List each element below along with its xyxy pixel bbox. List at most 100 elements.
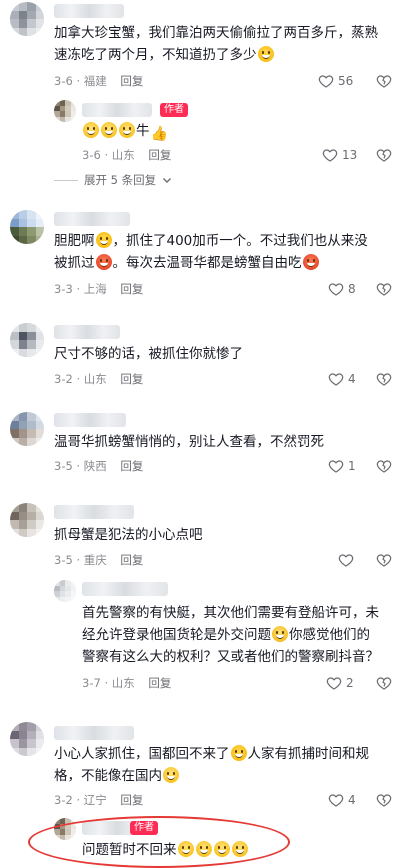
like-button[interactable]: 2 bbox=[326, 675, 354, 691]
heart-outline-icon bbox=[328, 373, 344, 386]
grin-emoji-icon bbox=[213, 841, 230, 857]
heart-outline-icon bbox=[338, 554, 354, 567]
broken-heart-icon[interactable] bbox=[376, 281, 392, 297]
username[interactable] bbox=[82, 582, 168, 596]
comment-date: 3-6 bbox=[54, 74, 73, 88]
like-count: 8 bbox=[348, 282, 356, 296]
comment-location: 重庆 bbox=[83, 553, 107, 567]
comment-meta: 3-5 · 重庆 回复 bbox=[54, 553, 144, 567]
comment-date: 3-3 bbox=[54, 282, 73, 296]
comment-text: 加拿大珍宝蟹，我们靠泊两天偷偷拉了两百多斤，蒸熟 速冻吃了两个月，不知道扔了多少 bbox=[54, 25, 378, 63]
comment-meta: 3-2 · 山东 回复 bbox=[54, 372, 144, 386]
comment-meta: 3-5 · 陕西 回复 bbox=[54, 459, 144, 473]
broken-heart-icon[interactable] bbox=[376, 147, 392, 163]
comment-meta: 3-7 · 山东 回复 bbox=[82, 676, 172, 690]
comment-location: 山东 bbox=[83, 372, 107, 386]
username[interactable] bbox=[54, 726, 134, 740]
broken-heart-icon[interactable] bbox=[376, 552, 392, 568]
comment-meta: 3-6 · 山东 回复 bbox=[82, 148, 172, 162]
rage-emoji-icon bbox=[302, 254, 319, 270]
broken-heart-icon[interactable] bbox=[376, 675, 392, 691]
avatar[interactable] bbox=[54, 100, 76, 122]
avatar[interactable] bbox=[54, 818, 76, 840]
heart-outline-icon bbox=[328, 794, 344, 807]
avatar[interactable] bbox=[10, 323, 44, 357]
like-button[interactable]: 1 bbox=[328, 458, 356, 474]
heart-outline-icon bbox=[318, 75, 334, 88]
like-count: 2 bbox=[346, 676, 354, 690]
like-count: 56 bbox=[338, 74, 354, 88]
comment-meta: 3-3 · 上海 回复 bbox=[54, 282, 144, 296]
comment-date: 3-2 bbox=[54, 372, 73, 386]
expand-replies-button[interactable]: 展开 5 条回复 bbox=[54, 172, 172, 188]
like-count: 4 bbox=[348, 372, 356, 386]
username[interactable] bbox=[54, 413, 126, 427]
broken-heart-icon[interactable] bbox=[376, 458, 392, 474]
like-count: 1 bbox=[348, 459, 356, 473]
comment-meta: 3-2 · 辽宁 回复 bbox=[54, 793, 144, 807]
laugh-cry-emoji-icon bbox=[257, 46, 274, 62]
rage-emoji-icon bbox=[95, 254, 112, 270]
username[interactable] bbox=[54, 4, 124, 18]
username[interactable] bbox=[54, 505, 134, 519]
comment-date: 3-5 bbox=[54, 553, 73, 567]
comment-date: 3-5 bbox=[54, 459, 73, 473]
comment-text: 问题暂时不回来 bbox=[82, 839, 382, 861]
broken-heart-icon[interactable] bbox=[376, 792, 392, 808]
comment-location: 上海 bbox=[83, 282, 107, 296]
laugh-cry-emoji-icon bbox=[230, 745, 247, 761]
comment-date: 3-2 bbox=[54, 793, 73, 807]
like-button[interactable] bbox=[338, 552, 354, 568]
like-count: 4 bbox=[348, 793, 356, 807]
like-button[interactable]: 56 bbox=[318, 73, 353, 89]
reply-button[interactable]: 回复 bbox=[120, 74, 143, 88]
grin-emoji-icon bbox=[83, 122, 99, 138]
avatar[interactable] bbox=[10, 210, 44, 244]
comment-text: 温哥华抓螃蟹悄悄的，别让人查看，不然罚死 bbox=[54, 434, 324, 450]
reply-button[interactable]: 回复 bbox=[148, 676, 171, 690]
grin-emoji-icon bbox=[101, 122, 117, 138]
comment-text: 小心人家抓住，国都回不来了 人家有抓捕时间和规 格，不能像在国内 bbox=[54, 745, 369, 784]
author-tag: 作者 bbox=[130, 821, 158, 835]
broken-heart-icon[interactable] bbox=[376, 73, 392, 89]
comment-date: 3-6 bbox=[82, 148, 101, 162]
comment-location: 山东 bbox=[111, 148, 135, 162]
like-button[interactable]: 4 bbox=[328, 371, 356, 387]
like-button[interactable]: 13 bbox=[322, 147, 357, 163]
username[interactable] bbox=[82, 103, 152, 117]
avatar[interactable] bbox=[10, 412, 44, 446]
heart-outline-icon bbox=[328, 283, 344, 296]
thumbs-up-icon: 👍 bbox=[150, 126, 168, 142]
like-button[interactable]: 8 bbox=[328, 281, 356, 297]
avatar[interactable] bbox=[54, 580, 76, 602]
chevron-down-icon bbox=[163, 178, 172, 183]
comment-text: 牛👍 bbox=[82, 120, 168, 142]
avatar[interactable] bbox=[10, 722, 44, 756]
comment-meta: 3-6 · 福建 回复 bbox=[54, 74, 144, 88]
reply-button[interactable]: 回复 bbox=[120, 372, 143, 386]
username[interactable] bbox=[54, 325, 120, 339]
username[interactable] bbox=[54, 212, 130, 226]
heart-outline-icon bbox=[328, 460, 344, 473]
heart-outline-icon bbox=[322, 149, 338, 162]
comment-location: 陕西 bbox=[83, 459, 107, 473]
reply-button[interactable]: 回复 bbox=[148, 148, 171, 162]
reply-button[interactable]: 回复 bbox=[120, 793, 143, 807]
grin-emoji-icon bbox=[231, 841, 248, 857]
grin-emoji-icon bbox=[195, 841, 212, 857]
comment-date: 3-7 bbox=[82, 676, 101, 690]
grin-emoji-icon bbox=[163, 767, 179, 783]
comment-text: 胆肥啊 ，抓住了400加币一个。不过我们也从来没 被抓过 。每次去温哥华都是螃蟹自由吃 bbox=[54, 232, 368, 271]
reply-button[interactable]: 回复 bbox=[120, 282, 143, 296]
like-button[interactable]: 4 bbox=[328, 792, 356, 808]
comment-location: 辽宁 bbox=[83, 793, 107, 807]
comment-text: 尺寸不够的话，被抓住你就惨了 bbox=[54, 346, 243, 362]
laugh-cry-emoji-icon bbox=[95, 232, 112, 248]
avatar[interactable] bbox=[10, 2, 44, 36]
reply-button[interactable]: 回复 bbox=[120, 459, 143, 473]
comment-location: 山东 bbox=[111, 676, 135, 690]
broken-heart-icon[interactable] bbox=[376, 371, 392, 387]
reply-button[interactable]: 回复 bbox=[120, 553, 143, 567]
heart-outline-icon bbox=[326, 677, 342, 690]
avatar[interactable] bbox=[10, 503, 44, 537]
